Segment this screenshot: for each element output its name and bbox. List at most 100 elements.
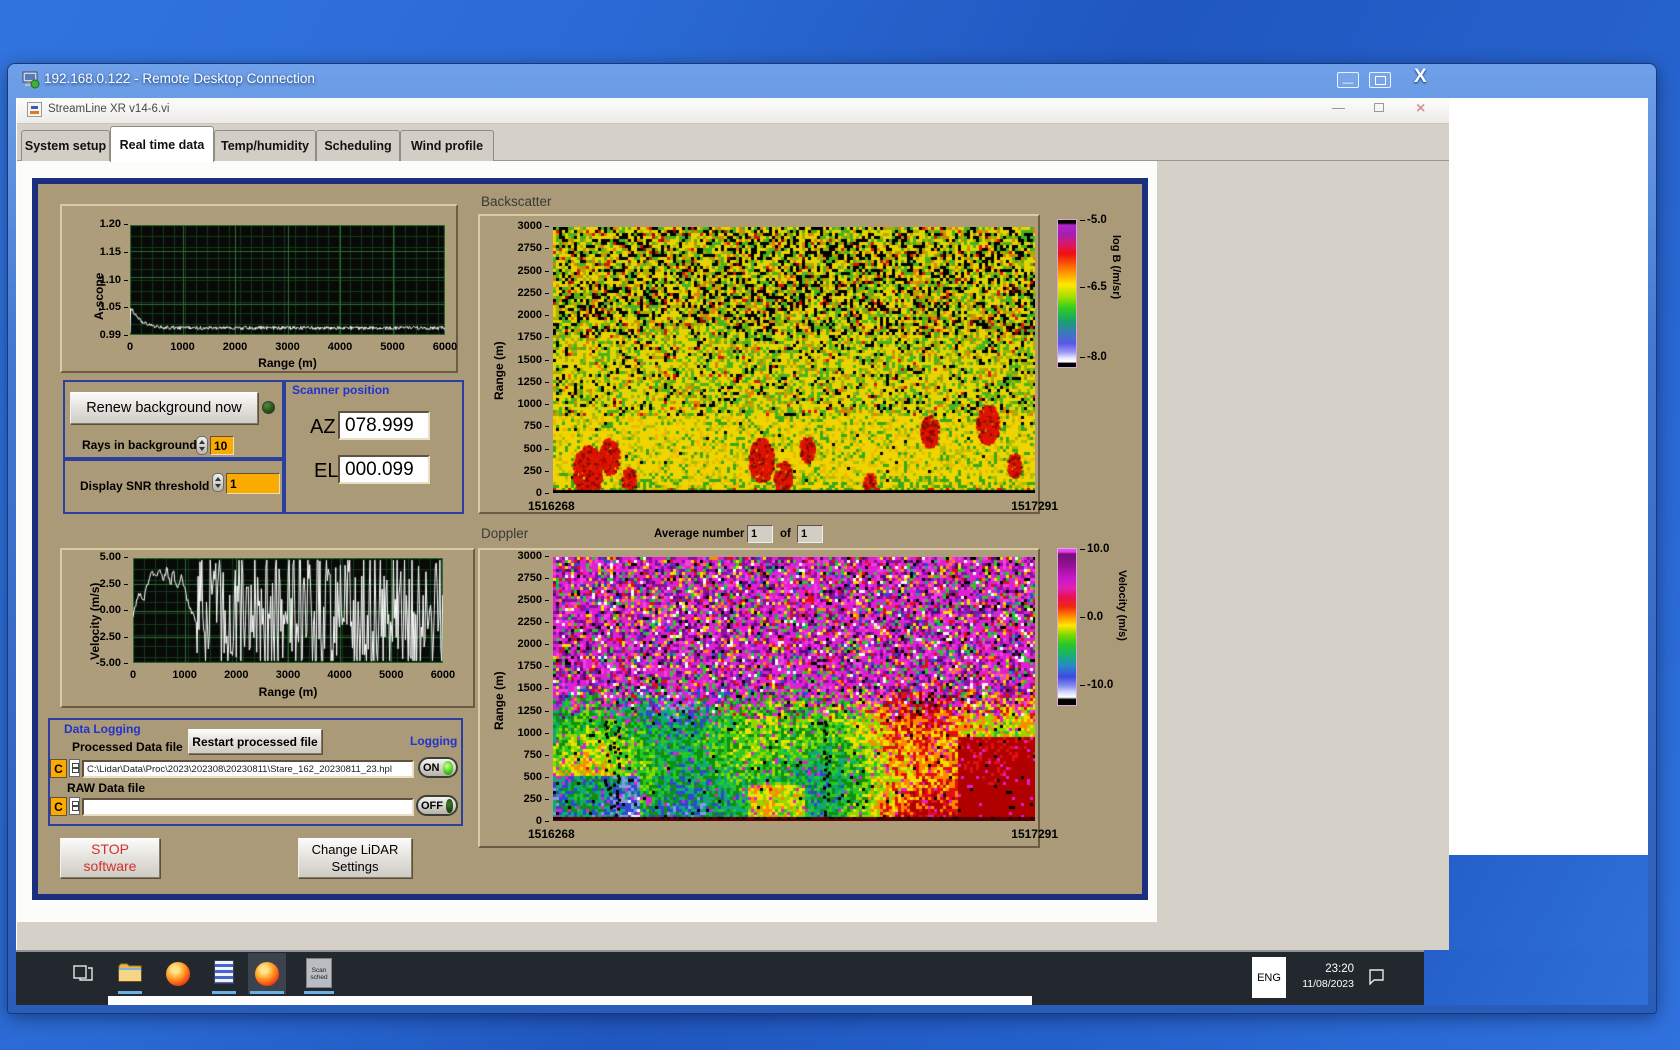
doppler-colorbar xyxy=(1057,548,1077,706)
running-indicator-notepad xyxy=(212,991,236,994)
doppler-y-tick: 2500 xyxy=(518,595,549,606)
ascope-x-axis-label: Range (m) xyxy=(130,356,445,370)
backscatter-y-tick: 250 xyxy=(524,466,549,477)
tab-real-time-data[interactable]: Real time data xyxy=(110,126,214,162)
velocity-x-tick: 6000 xyxy=(423,669,463,681)
backscatter-y-tick: 3000 xyxy=(518,221,549,232)
rays-spinner[interactable] xyxy=(196,436,208,455)
raw-logging-toggle[interactable]: OFF xyxy=(416,795,458,816)
ascope-x-tick: 4000 xyxy=(320,341,360,353)
snr-spinner[interactable] xyxy=(212,473,224,492)
velocity-y-ticks: 5.002.500.00-2.50-5.00 xyxy=(90,552,128,669)
ascope-plot xyxy=(130,225,445,335)
backscatter-y-ticks: 3000275025002250200017501500125010007505… xyxy=(505,221,549,499)
processed-logging-toggle[interactable]: ON xyxy=(418,757,458,778)
doppler-y-tick: 2250 xyxy=(518,617,549,628)
rdp-minimize-button[interactable]: — xyxy=(1337,72,1359,88)
firefox-icon[interactable] xyxy=(166,962,190,986)
backscatter-y-tick: 0 xyxy=(536,488,549,499)
restart-processed-file-button[interactable]: Restart processed file xyxy=(188,729,322,754)
language-indicator[interactable]: ENG xyxy=(1252,957,1286,998)
processed-path-field[interactable]: C:\Lidar\Data\Proc\2023\202308\20230811\… xyxy=(82,760,414,778)
running-indicator-firefox xyxy=(250,991,284,994)
rays-value-field[interactable]: 10 xyxy=(210,436,234,455)
backscatter-cbar-tick-mid: -6.5 xyxy=(1080,281,1107,293)
ascope-y-tick: 1.10 xyxy=(100,275,128,286)
velocity-x-tick: 1000 xyxy=(165,669,205,681)
tab-temp-humidity[interactable]: Temp/humidity xyxy=(214,130,316,161)
snr-value-field[interactable]: 1 xyxy=(226,473,280,494)
average-number-field[interactable]: 1 xyxy=(747,525,773,543)
taskbar-clock[interactable]: 23:20 11/08/2023 xyxy=(1292,962,1354,992)
logging-on-lamp xyxy=(443,761,454,775)
backscatter-y-tick: 2000 xyxy=(518,310,549,321)
host-taskbar-strip xyxy=(108,996,1032,1005)
backscatter-cbar-tick-top: -5.0 xyxy=(1080,214,1107,226)
app-close-button[interactable]: × xyxy=(1416,100,1425,118)
ascope-y-tick: 0.99 xyxy=(100,330,128,341)
backscatter-y-tick: 2500 xyxy=(518,266,549,277)
backscatter-y-tick: 1750 xyxy=(518,332,549,343)
doppler-cbar-tick-mid: 0.0 xyxy=(1080,611,1103,623)
backscatter-colorbar xyxy=(1057,219,1077,368)
app-titlebar xyxy=(17,98,1449,124)
tab-system-setup[interactable]: System setup xyxy=(21,130,110,161)
notepad-doc-icon[interactable] xyxy=(214,960,234,984)
raw-path-field[interactable] xyxy=(82,798,414,816)
ascope-y-tick: 1.15 xyxy=(100,247,128,258)
running-indicator-scan xyxy=(304,991,334,994)
ascope-x-tick: 5000 xyxy=(373,341,413,353)
snr-threshold-label: Display SNR threshold xyxy=(80,479,209,493)
velocity-y-tick: 2.50 xyxy=(100,579,128,590)
el-value-field: 000.099 xyxy=(338,455,430,484)
doppler-y-tick: 1000 xyxy=(518,728,549,739)
doppler-y-tick: 1500 xyxy=(518,683,549,694)
app-minimize-button[interactable]: — xyxy=(1332,100,1345,115)
average-of-label: of xyxy=(780,528,791,540)
ascope-x-tick: 6000 xyxy=(425,341,465,353)
processed-drive-button[interactable]: C xyxy=(50,759,67,778)
labview-vi-icon xyxy=(27,102,42,117)
renew-background-button[interactable]: Renew background now xyxy=(70,392,258,424)
backscatter-cbar-tick-bot: -8.0 xyxy=(1080,351,1107,363)
scanner-position-title: Scanner position xyxy=(292,383,389,397)
tab-wind-profile[interactable]: Wind profile xyxy=(400,130,494,161)
tab-scheduling[interactable]: Scheduling xyxy=(316,130,400,161)
app-maximize-button[interactable] xyxy=(1374,103,1384,112)
az-label: AZ xyxy=(310,416,336,439)
renew-status-led xyxy=(262,401,275,414)
rdp-window-title: 192.168.0.122 - Remote Desktop Connectio… xyxy=(44,71,744,91)
task-view-icon[interactable] xyxy=(72,962,96,986)
rdp-maximize-button[interactable] xyxy=(1369,72,1391,88)
doppler-heatmap xyxy=(553,557,1035,821)
ascope-y-ticks: 1.20 1.15 1.10 1.05 0.99 xyxy=(96,219,128,341)
scan-scheduler-icon[interactable]: Scan sched xyxy=(306,958,332,988)
doppler-y-tick: 0 xyxy=(536,816,549,827)
doppler-x-end: 1517291 xyxy=(958,827,1058,841)
average-number-label: Average number xyxy=(654,528,744,540)
backscatter-title: Backscatter xyxy=(481,194,552,209)
doppler-y-tick: 750 xyxy=(524,750,549,761)
el-label: EL xyxy=(314,460,338,483)
remote-desktop-wallpaper xyxy=(1449,855,1648,952)
backscatter-y-tick: 1000 xyxy=(518,399,549,410)
processed-path-browse-icon[interactable] xyxy=(69,759,80,777)
logging-off-lamp xyxy=(446,799,453,813)
desktop-corner xyxy=(1424,950,1648,1005)
clock-date: 11/08/2023 xyxy=(1292,977,1354,992)
change-lidar-settings-button[interactable]: Change LiDARSettings xyxy=(298,838,412,878)
action-center-icon[interactable] xyxy=(1368,968,1386,985)
stop-software-button[interactable]: STOPsoftware xyxy=(60,838,160,878)
file-explorer-icon[interactable] xyxy=(118,962,142,986)
velocity-y-tick: -2.50 xyxy=(96,632,128,643)
firefox-active-icon[interactable] xyxy=(255,962,279,986)
doppler-title: Doppler xyxy=(481,526,528,541)
ascope-y-tick: 1.20 xyxy=(100,219,128,230)
raw-drive-button[interactable]: C xyxy=(50,797,67,816)
ascope-y-tick: 1.05 xyxy=(100,302,128,313)
ascope-x-ticks: 0100020003000400050006000 xyxy=(110,341,465,353)
rdp-close-button[interactable]: X xyxy=(1414,66,1427,88)
app-title: StreamLine XR v14-6.vi xyxy=(48,103,169,115)
raw-path-browse-icon[interactable] xyxy=(69,797,80,815)
doppler-cbar-tick-top: 10.0 xyxy=(1080,543,1109,555)
